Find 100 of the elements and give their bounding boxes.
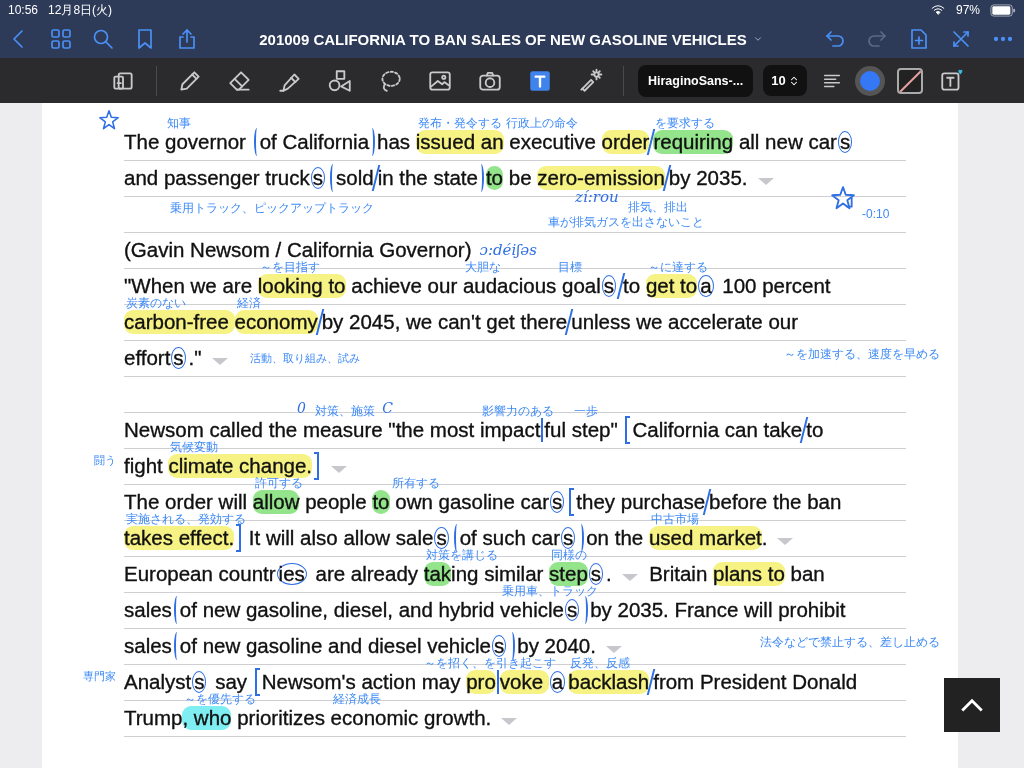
highlighted-text: backlash [568,670,650,694]
annotation-note: 乗用トラック、ピックアップトラック [170,202,374,215]
document-text: ful [544,418,567,442]
document-text: economic [330,706,419,730]
document-text: sales [124,634,172,658]
search-icon[interactable] [91,27,115,51]
text-style-icon[interactable] [938,67,965,94]
annotation-note: 専門家 [83,669,116,684]
document-text: say [214,670,249,693]
document-text: has [377,130,412,154]
document-text: prioritizes [236,706,326,730]
document-text: be [507,166,533,190]
document-text: gasoline car [437,490,550,514]
document-text: and passenger truck [124,166,310,190]
document-text: most [428,418,476,442]
annotation-note: 知事 [167,118,192,129]
document-text: similar [484,562,545,585]
circled-letter: s [171,347,186,369]
document-text: The order will [124,490,249,513]
bracket-mark [625,416,631,444]
highlighted-text: order [601,130,650,154]
highlighted-text: takes effect. [124,526,235,550]
document-text: by 2035. [668,166,748,190]
no-fill-swatch[interactable] [896,67,923,94]
document-text: step" [571,418,619,442]
highlighted-text: get to [645,274,698,298]
highlighted-text: , who [182,706,232,730]
annotation-note: 目標 [558,262,583,273]
annotation-note: 所有する [391,478,440,489]
document-text: Trump [124,706,183,730]
handwritten-note: ɔ:déiʃəs [479,241,537,259]
annotation-note: ～を招く、を引き起こす [423,658,556,669]
document-text: on the [586,526,645,550]
annotation-note: 行政上の命令 [505,118,578,129]
document-text: California can take [632,418,803,442]
document-text: unless we accelerate our [571,310,798,334]
laser-pointer-icon[interactable] [577,67,603,94]
document-text: Britain [648,562,709,586]
highlighted-text: to [485,166,504,190]
highlighted-text: looking to [257,274,346,298]
document-text: to [623,274,642,298]
annotation-note: ～を優先する [184,694,257,705]
annotation-note: ～を目指す [259,262,320,273]
color-picker[interactable] [854,65,885,96]
annotation-note: 経済成長 [332,694,381,705]
annotation-note: 大胆な [464,262,501,273]
highlighted-text: requiring [653,130,734,154]
grid-icon[interactable] [49,27,73,51]
document-text: own [394,490,433,514]
document-text: are already [314,562,420,586]
document-text: goal [561,274,601,298]
tick-mark [541,418,544,442]
document-text: executive [508,130,597,154]
highlighted-text: pro [466,670,496,694]
star-icon [830,185,856,211]
document-text: sales [124,598,172,622]
circled-letter: s [434,527,449,549]
highlighted-text: tak [423,562,452,586]
highlighted-text: voke [499,670,549,694]
highlighted-text: zero-emission [537,166,665,190]
handwritten-note: 0 [296,400,306,415]
highlighted-text: carbon-free [124,310,235,334]
document-text: Newsom called the [124,418,299,441]
bracket-mark [254,668,260,696]
document-text: "When we are [124,274,254,297]
annotation-note: 闘う [94,453,116,468]
annotation-note: 実施される、発効する [126,514,246,525]
highlighted-text: used market [648,526,762,550]
document-text: growth. [423,706,492,730]
document-text: The [124,130,161,154]
document-text: by 2035. France will prohibit [590,598,846,622]
font-field[interactable]: HiraginoSans-... [638,64,754,97]
annotation-note: 乗用車、トラック [502,586,599,597]
document-text: from President Donald [653,670,858,694]
annotation-note: 対策を講じる [425,550,498,561]
document-text: achieve our [350,274,459,298]
bracket-mark [569,488,575,516]
annotation-note: ～を加速する、速度を早める [784,346,940,363]
battery-icon [990,3,1016,17]
document-text: measure [302,418,384,442]
scroll-top-button[interactable] [944,678,1000,732]
document-text: governor [165,130,247,154]
document-text: may [421,670,462,694]
annotation-note: -0:10 [862,208,890,221]
shapes-icon[interactable] [327,67,353,94]
tick-mark [496,670,499,694]
document-text: . [606,562,612,586]
document-text: before the ban [709,490,842,514]
document-text: fight [124,454,164,478]
handwritten-note: zí:rou [575,189,619,205]
document-text: by 2045, we can't get there [321,310,568,334]
annotation-note: 法令などで禁止する、差し止める [760,634,940,651]
document-text: audacious [462,274,557,298]
document-text: by 2040. [517,634,596,657]
highlighted-text: issued an [415,130,504,154]
font-size-field[interactable]: 10 [763,65,807,96]
document-text: all new car [737,130,837,154]
document-text: of California [259,130,370,154]
star-icon [98,109,120,131]
highlighted-text: climate change. [168,454,313,478]
